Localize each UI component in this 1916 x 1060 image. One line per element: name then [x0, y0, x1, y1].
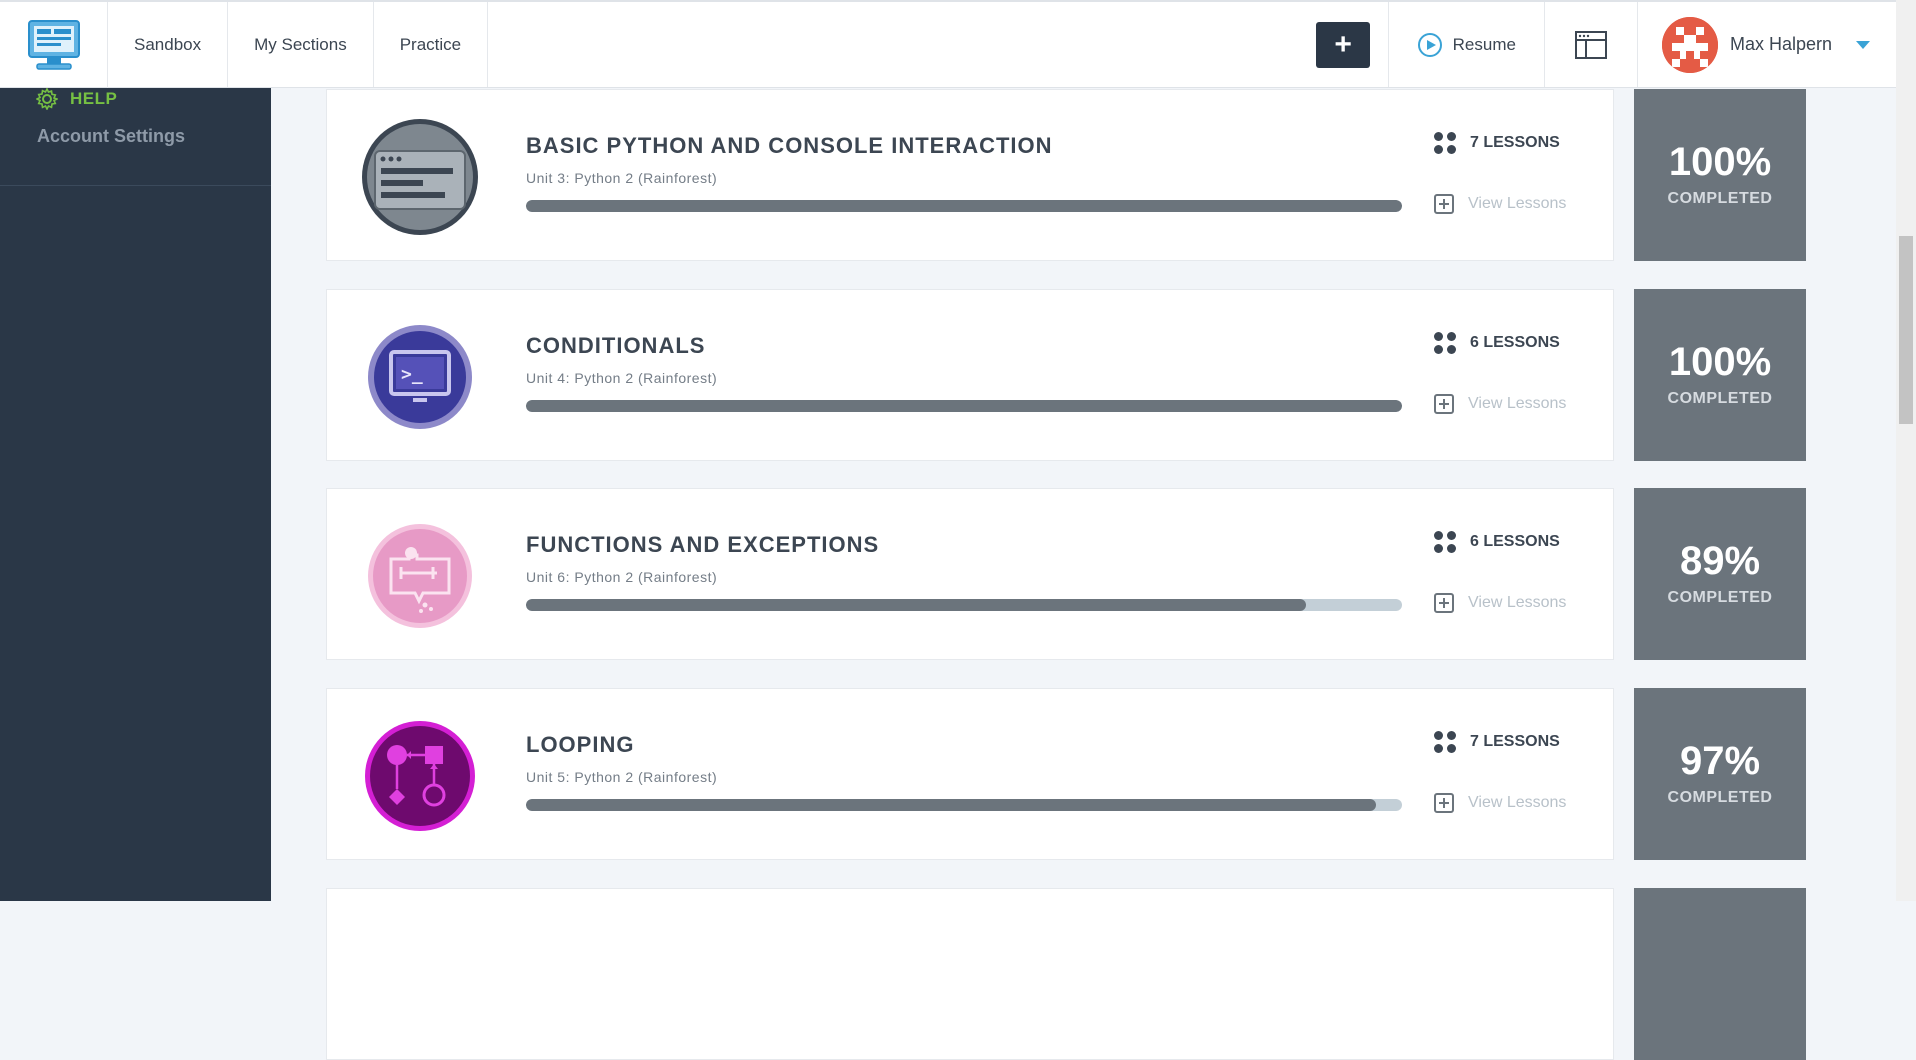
add-button[interactable]: + — [1316, 21, 1371, 68]
unit-card-row: >_ CONDITIONALS Unit 4: Python 2 (Rainfo… — [326, 289, 1806, 461]
sidebar: HELP Account Settings — [0, 88, 271, 901]
view-lessons-link[interactable]: View Lessons — [1434, 394, 1566, 414]
sidebar-account-settings[interactable]: Account Settings — [37, 126, 185, 147]
user-menu[interactable]: Max Halpern — [1638, 2, 1896, 87]
add-button-wrap: + — [1299, 2, 1389, 87]
view-lessons-link[interactable]: View Lessons — [1434, 593, 1566, 613]
view-lessons-label: View Lessons — [1468, 594, 1567, 611]
unit-card-row-partial — [326, 888, 1806, 1060]
expand-plus-icon — [1434, 194, 1454, 214]
browser-window-icon — [1574, 30, 1607, 59]
lessons-count-label: 6 LESSONS — [1470, 334, 1560, 351]
units-list: BASIC PYTHON AND CONSOLE INTERACTION Uni… — [271, 88, 1896, 1060]
progress-bar-fill — [526, 200, 1402, 212]
computer-logo-icon — [27, 20, 80, 70]
expand-plus-icon — [1434, 793, 1454, 813]
unit-card[interactable]: FUNCTIONS AND EXCEPTIONS Unit 6: Python … — [326, 488, 1614, 660]
completion-label: COMPLETED — [1667, 390, 1773, 407]
lessons-count-label: 6 LESSONS — [1470, 533, 1560, 550]
nav-sandbox[interactable]: Sandbox — [108, 2, 229, 87]
console-icon — [362, 119, 478, 235]
expand-plus-icon — [1434, 394, 1454, 414]
unit-card-row: FUNCTIONS AND EXCEPTIONS Unit 6: Python … — [326, 488, 1806, 660]
grid-dots-icon — [1434, 332, 1456, 354]
completion-label: COMPLETED — [1667, 589, 1773, 606]
nav-my-sections[interactable]: My Sections — [228, 2, 374, 87]
chevron-down-icon[interactable] — [1856, 40, 1870, 49]
scrollbar-track[interactable] — [1896, 0, 1916, 901]
progress-bar-fill — [526, 400, 1402, 412]
lessons-count-label: 7 LESSONS — [1470, 134, 1560, 151]
completion-box: 97% COMPLETED — [1634, 688, 1806, 860]
unit-title[interactable]: CONDITIONALS — [526, 333, 705, 359]
pixel-avatar-icon — [1661, 16, 1718, 73]
top-nav-bar: Sandbox My Sections Practice + Resume Ma… — [0, 0, 1896, 88]
grid-dots-icon — [1434, 132, 1456, 154]
grid-dots-icon — [1434, 531, 1456, 553]
function-machine-icon — [368, 524, 472, 628]
lessons-count: 7 LESSONS — [1434, 132, 1560, 154]
view-lessons-label: View Lessons — [1468, 395, 1567, 412]
avatar — [1661, 16, 1718, 73]
progress-bar — [526, 400, 1402, 412]
lessons-count-label: 7 LESSONS — [1470, 733, 1560, 750]
view-lessons-label: View Lessons — [1468, 195, 1567, 212]
lessons-count: 7 LESSONS — [1434, 731, 1560, 753]
unit-card-row: LOOPING Unit 5: Python 2 (Rainforest) 7 … — [326, 688, 1806, 860]
unit-card[interactable]: BASIC PYTHON AND CONSOLE INTERACTION Uni… — [326, 89, 1614, 261]
play-circle-icon — [1417, 32, 1442, 57]
completion-percent: 97% — [1679, 739, 1761, 783]
terminal-monitor-icon: >_ — [368, 325, 472, 429]
grid-dots-icon — [1434, 731, 1456, 753]
completion-box — [1634, 888, 1806, 1060]
progress-bar — [526, 799, 1402, 811]
progress-bar-fill — [526, 599, 1306, 611]
lessons-count: 6 LESSONS — [1434, 531, 1560, 553]
unit-card[interactable] — [326, 888, 1614, 1060]
expand-plus-icon — [1434, 593, 1454, 613]
unit-title[interactable]: BASIC PYTHON AND CONSOLE INTERACTION — [526, 133, 1053, 159]
resume-label: Resume — [1452, 34, 1516, 54]
completion-box: 89% COMPLETED — [1634, 488, 1806, 660]
completion-box: 100% COMPLETED — [1634, 289, 1806, 461]
logo[interactable] — [0, 2, 108, 88]
sidebar-divider — [0, 185, 271, 186]
unit-card[interactable]: >_ CONDITIONALS Unit 4: Python 2 (Rainfo… — [326, 289, 1614, 461]
unit-subtitle: Unit 3: Python 2 (Rainforest) — [526, 170, 718, 186]
progress-bar-fill — [526, 799, 1376, 811]
sidebar-help-link[interactable]: HELP — [36, 88, 117, 110]
unit-title[interactable]: FUNCTIONS AND EXCEPTIONS — [526, 532, 879, 558]
completion-label: COMPLETED — [1667, 789, 1773, 806]
completion-box: 100% COMPLETED — [1634, 89, 1806, 261]
view-lessons-label: View Lessons — [1468, 794, 1567, 811]
resume-button[interactable]: Resume — [1389, 2, 1545, 87]
unit-card[interactable]: LOOPING Unit 5: Python 2 (Rainforest) 7 … — [326, 688, 1614, 860]
unit-card-row: BASIC PYTHON AND CONSOLE INTERACTION Uni… — [326, 89, 1806, 261]
user-name: Max Halpern — [1729, 34, 1832, 54]
completion-percent: 100% — [1668, 340, 1772, 384]
completion-percent: 89% — [1679, 539, 1761, 583]
unit-subtitle: Unit 6: Python 2 (Rainforest) — [526, 569, 718, 585]
unit-subtitle: Unit 5: Python 2 (Rainforest) — [526, 769, 718, 785]
view-lessons-link[interactable]: View Lessons — [1434, 194, 1566, 214]
progress-bar — [526, 200, 1402, 212]
svg-text:>_: >_ — [401, 364, 423, 385]
lessons-count: 6 LESSONS — [1434, 332, 1560, 354]
flowchart-loop-icon — [365, 721, 475, 831]
unit-subtitle: Unit 4: Python 2 (Rainforest) — [526, 370, 718, 386]
help-label: HELP — [70, 89, 118, 108]
scrollbar-thumb[interactable] — [1899, 236, 1913, 424]
progress-bar — [526, 599, 1402, 611]
completion-label: COMPLETED — [1667, 190, 1773, 207]
view-lessons-link[interactable]: View Lessons — [1434, 793, 1566, 813]
completion-percent: 100% — [1668, 140, 1772, 184]
nav-practice[interactable]: Practice — [374, 2, 489, 87]
window-toggle-button[interactable] — [1545, 2, 1638, 87]
gear-icon — [36, 88, 58, 110]
unit-title[interactable]: LOOPING — [526, 732, 634, 758]
